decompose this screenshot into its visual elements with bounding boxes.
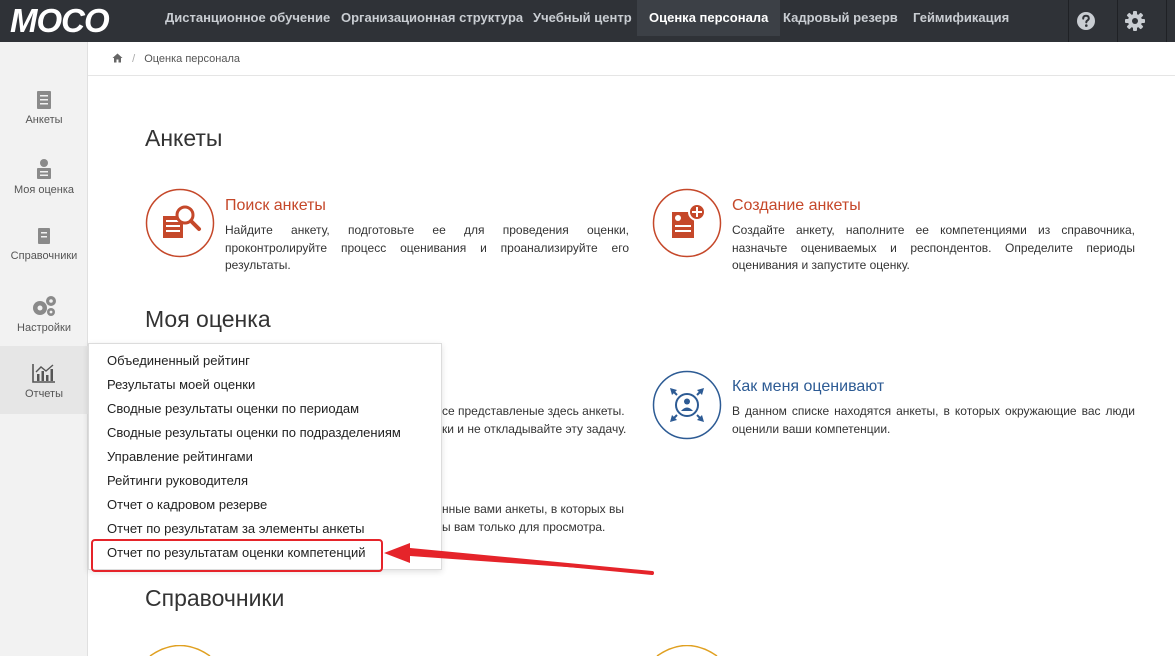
card-title-create-survey[interactable]: Создание анкеты (732, 197, 861, 215)
settings-button[interactable] (1117, 0, 1151, 42)
partial-desc-1: се представленые здесь анкеты. ки и не о… (442, 404, 627, 436)
sidebar-item-reports[interactable]: Отчеты (0, 346, 88, 414)
breadcrumb: / Оценка персонала (88, 42, 1175, 76)
sidebar-item-label: Настройки (17, 322, 71, 334)
sidebar-item-label: Анкеты (25, 114, 63, 126)
nav-distance-learning[interactable]: Дистанционное обучение (153, 0, 342, 36)
nav-training-center[interactable]: Учебный центр (521, 0, 644, 36)
directory-card-icon-partial (149, 645, 211, 656)
card-desc-create-survey: Создайте анкету, наполните ее компетенци… (732, 223, 1135, 272)
help-button[interactable] (1068, 0, 1102, 42)
menu-item-talent-pool-report[interactable]: Отчет о кадровом резерве (107, 497, 267, 512)
card-title-how-im-rated[interactable]: Как меня оценивают (732, 378, 884, 396)
book-icon (38, 228, 50, 244)
nav-org-structure[interactable]: Организационная структура (329, 0, 535, 36)
moco-logo[interactable]: MOCO (8, 3, 138, 37)
menu-item-manage-ratings[interactable]: Управление рейтингами (107, 449, 253, 464)
nav-gamification[interactable]: Геймификация (901, 0, 1021, 36)
red-arrow-annotation (384, 543, 654, 575)
menu-item-combined-rating[interactable]: Объединенный рейтинг (107, 353, 250, 368)
my-assessment-icon (37, 159, 51, 179)
chart-icon (32, 364, 55, 383)
section-title-my-assessment: Моя оценка (145, 306, 271, 332)
section-title-surveys: Анкеты (145, 125, 223, 151)
partial-desc-2: нные вами анкеты, в которых вы ы вам тол… (442, 502, 625, 534)
menu-item-my-results[interactable]: Результаты моей оценки (107, 377, 255, 392)
search-survey-icon[interactable] (145, 188, 215, 258)
topbar-overflow (1166, 0, 1175, 42)
sidebar-item-label: Справочники (10, 250, 78, 262)
breadcrumb-separator: / (132, 53, 136, 65)
sidebar-item-my-assessment[interactable]: Моя оценка (0, 158, 88, 226)
survey-icon (37, 91, 51, 109)
create-survey-icon[interactable] (652, 188, 722, 258)
card-desc-search-survey: Найдите анкету, подготовьте ее для прове… (225, 223, 629, 272)
card-title-search-survey[interactable]: Поиск анкеты (225, 197, 326, 215)
gear-icon (1124, 11, 1145, 31)
nav-personnel-assessment[interactable]: Оценка персонала (637, 0, 781, 36)
home-icon[interactable] (112, 53, 123, 63)
sidebar-item-directories[interactable]: Справочники (0, 226, 88, 294)
nav-talent-pool[interactable]: Кадровый резерв (771, 0, 910, 36)
sidebar-item-label: Отчеты (24, 388, 64, 400)
breadcrumb-current: Оценка персонала (144, 53, 241, 65)
gears-icon (33, 296, 56, 316)
card-desc-how-im-rated: В данном списке находятся анкеты, в кото… (732, 404, 1135, 436)
people-arrows-icon[interactable] (652, 370, 722, 440)
sidebar-item-label: Моя оценка (13, 184, 75, 196)
question-icon (1076, 12, 1095, 30)
sidebar-item-surveys[interactable]: Анкеты (0, 90, 88, 158)
directory-card-icon-partial-2 (656, 645, 718, 656)
menu-item-summary-by-period[interactable]: Сводные результаты оценки по периодам (107, 401, 359, 416)
sidebar: Анкеты Моя оценка Справочники Настройки (0, 42, 88, 656)
menu-item-survey-elements-report[interactable]: Отчет по результатам за элементы анкеты (107, 521, 365, 536)
top-navbar: MOCO Дистанционное обучение Организацион… (0, 0, 1175, 42)
menu-item-manager-ratings[interactable]: Рейтинги руководителя (107, 473, 248, 488)
menu-item-summary-by-department[interactable]: Сводные результаты оценки по подразделен… (107, 425, 401, 440)
svg-text:MOCO: MOCO (10, 3, 110, 37)
section-title-directories: Справочники (145, 585, 285, 611)
highlight-frame (91, 539, 383, 572)
